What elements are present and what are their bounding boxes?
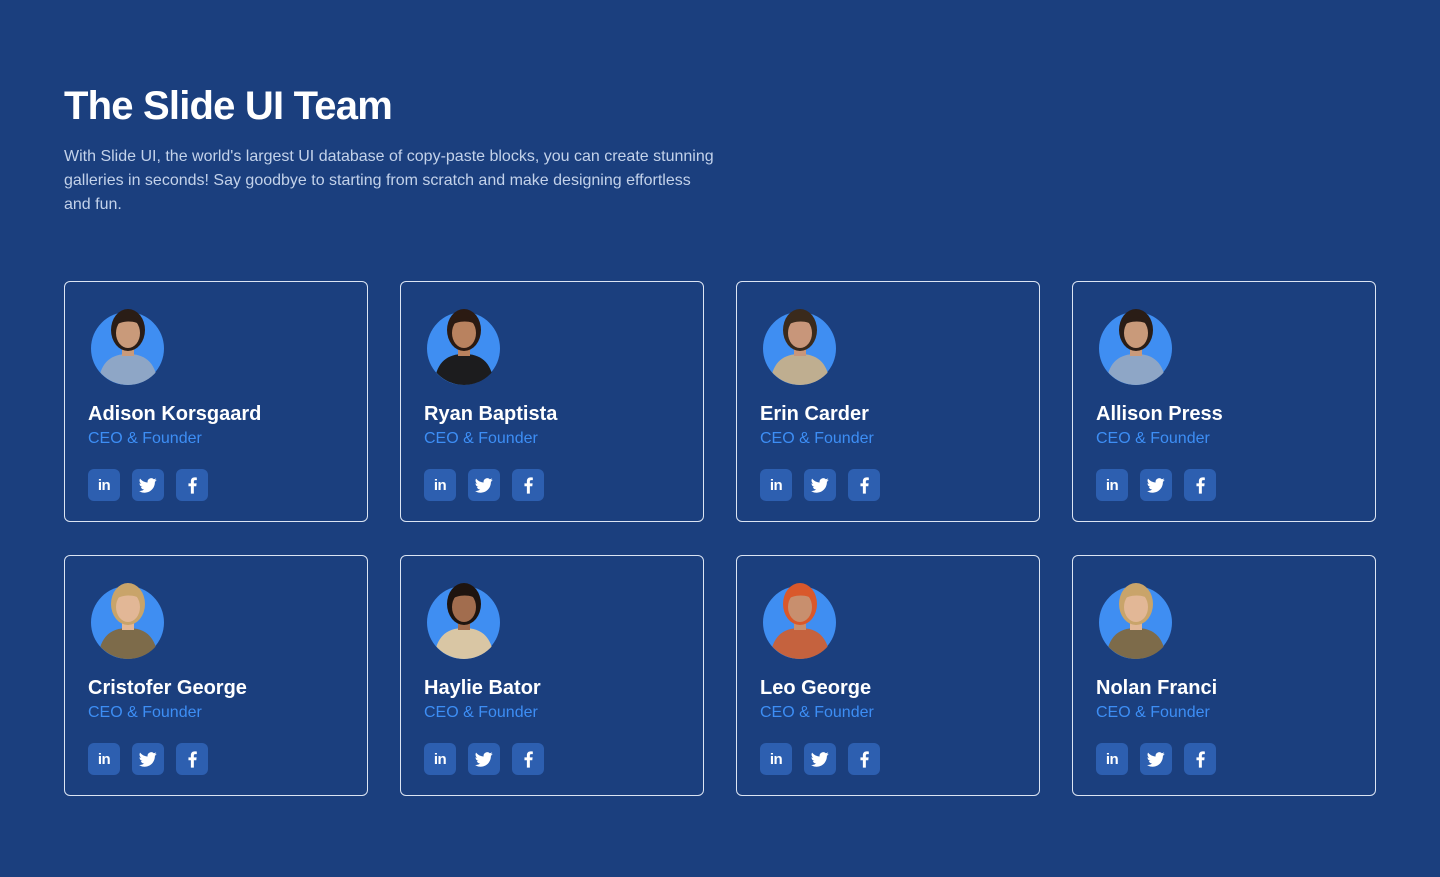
member-name: Leo George: [760, 677, 872, 699]
facebook-icon: [187, 750, 197, 768]
linkedin-button[interactable]: in: [88, 743, 120, 775]
member-name: Erin Carder: [760, 403, 869, 425]
twitter-button[interactable]: [804, 469, 836, 501]
facebook-button[interactable]: [1184, 469, 1216, 501]
social-links: in: [424, 743, 680, 775]
linkedin-button[interactable]: in: [1096, 469, 1128, 501]
member-name: Allison Press: [1096, 403, 1223, 425]
twitter-button[interactable]: [468, 469, 500, 501]
member-role: CEO & Founder: [1096, 430, 1210, 447]
linkedin-button[interactable]: in: [760, 743, 792, 775]
team-section: The Slide UI Team With Slide UI, the wor…: [0, 0, 1440, 877]
team-member-card: Ryan Baptista CEO & Founder in: [400, 281, 704, 522]
team-grid: Adison Korsgaard CEO & Founder in Ryan B…: [64, 281, 1376, 796]
avatar: [88, 304, 164, 385]
twitter-icon: [475, 477, 493, 493]
linkedin-icon: in: [433, 476, 447, 494]
twitter-button[interactable]: [132, 743, 164, 775]
member-role: CEO & Founder: [760, 430, 874, 447]
avatar: [88, 578, 164, 659]
member-name: Cristofer George: [88, 677, 247, 699]
facebook-icon: [859, 476, 869, 494]
member-name: Haylie Bator: [424, 677, 541, 699]
avatar: [1096, 578, 1172, 659]
team-member-card: Adison Korsgaard CEO & Founder in: [64, 281, 368, 522]
linkedin-button[interactable]: in: [424, 469, 456, 501]
avatar: [424, 304, 500, 385]
twitter-icon: [139, 477, 157, 493]
linkedin-icon: in: [97, 476, 111, 494]
social-links: in: [424, 469, 680, 501]
twitter-button[interactable]: [804, 743, 836, 775]
twitter-button[interactable]: [468, 743, 500, 775]
team-member-card: Haylie Bator CEO & Founder in: [400, 555, 704, 796]
member-name: Adison Korsgaard: [88, 403, 262, 425]
twitter-button[interactable]: [132, 469, 164, 501]
facebook-button[interactable]: [512, 743, 544, 775]
linkedin-button[interactable]: in: [760, 469, 792, 501]
facebook-icon: [523, 750, 533, 768]
team-member-card: Erin Carder CEO & Founder in: [736, 281, 1040, 522]
section-description: With Slide UI, the world's largest UI da…: [64, 148, 714, 213]
team-member-card: Leo George CEO & Founder in: [736, 555, 1040, 796]
linkedin-icon: in: [1105, 476, 1119, 494]
social-links: in: [1096, 743, 1352, 775]
team-member-card: Cristofer George CEO & Founder in: [64, 555, 368, 796]
twitter-icon: [1147, 751, 1165, 767]
avatar: [760, 578, 836, 659]
team-member-card: Nolan Franci CEO & Founder in: [1072, 555, 1376, 796]
facebook-button[interactable]: [1184, 743, 1216, 775]
member-role: CEO & Founder: [760, 704, 874, 721]
social-links: in: [1096, 469, 1352, 501]
twitter-button[interactable]: [1140, 469, 1172, 501]
facebook-button[interactable]: [512, 469, 544, 501]
member-role: CEO & Founder: [424, 430, 538, 447]
member-role: CEO & Founder: [1096, 704, 1210, 721]
member-name: Nolan Franci: [1096, 677, 1218, 699]
linkedin-icon: in: [769, 750, 783, 768]
twitter-icon: [1147, 477, 1165, 493]
facebook-button[interactable]: [848, 743, 880, 775]
linkedin-button[interactable]: in: [1096, 743, 1128, 775]
team-member-card: Allison Press CEO & Founder in: [1072, 281, 1376, 522]
facebook-icon: [1195, 476, 1205, 494]
linkedin-icon: in: [97, 750, 111, 768]
social-links: in: [88, 743, 344, 775]
social-links: in: [88, 469, 344, 501]
social-links: in: [760, 743, 1016, 775]
avatar: [424, 578, 500, 659]
facebook-icon: [187, 476, 197, 494]
twitter-button[interactable]: [1140, 743, 1172, 775]
facebook-button[interactable]: [176, 743, 208, 775]
facebook-icon: [523, 476, 533, 494]
avatar: [760, 304, 836, 385]
twitter-icon: [811, 477, 829, 493]
facebook-button[interactable]: [176, 469, 208, 501]
linkedin-button[interactable]: in: [424, 743, 456, 775]
linkedin-icon: in: [1105, 750, 1119, 768]
facebook-icon: [859, 750, 869, 768]
linkedin-icon: in: [769, 476, 783, 494]
twitter-icon: [139, 751, 157, 767]
linkedin-icon: in: [433, 750, 447, 768]
twitter-icon: [811, 751, 829, 767]
member-role: CEO & Founder: [424, 704, 538, 721]
page-title: The Slide UI Team: [64, 84, 393, 128]
facebook-button[interactable]: [848, 469, 880, 501]
avatar: [1096, 304, 1172, 385]
social-links: in: [760, 469, 1016, 501]
twitter-icon: [475, 751, 493, 767]
member-role: CEO & Founder: [88, 704, 202, 721]
facebook-icon: [1195, 750, 1205, 768]
linkedin-button[interactable]: in: [88, 469, 120, 501]
member-name: Ryan Baptista: [424, 403, 558, 425]
member-role: CEO & Founder: [88, 430, 202, 447]
